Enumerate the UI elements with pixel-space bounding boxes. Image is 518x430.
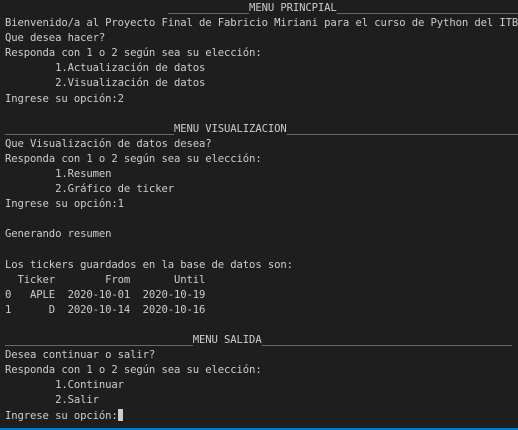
terminal-output[interactable]: _____________MENU PRINCPIAL_____________… xyxy=(0,0,518,430)
menu-option: 2.Visualización de datos xyxy=(5,77,206,90)
table-row: 1 D 2020-10-14 2020-10-16 xyxy=(5,303,206,316)
user-input-line: Ingrese su opción:2 xyxy=(5,92,124,105)
menu-option: 1.Continuar xyxy=(5,379,124,392)
instruction-text: Responda con 1 o 2 según sea su elección… xyxy=(5,364,262,377)
status-message: Generando resumen xyxy=(5,228,112,241)
question-text: Desea continuar o salir? xyxy=(5,349,156,362)
table-caption: Los tickers guardados en la base de dato… xyxy=(5,258,293,271)
question-text: Que desea hacer? xyxy=(5,32,106,45)
menu-option: 2.Salir xyxy=(5,394,99,407)
user-input-line: Ingrese su opción:1 xyxy=(5,198,124,211)
menu-option: 1.Actualización de datos xyxy=(5,62,206,75)
menu-visualizacion-header: ___________________________MENU VISUALIZ… xyxy=(5,122,518,135)
menu-option: 1.Resumen xyxy=(5,168,112,181)
table-row: 0 APLE 2020-10-01 2020-10-19 xyxy=(5,288,206,301)
table-header: Ticker From Until xyxy=(5,273,206,286)
menu-salida-header: ______________________________MENU SALID… xyxy=(5,334,512,347)
text-cursor[interactable] xyxy=(117,408,123,421)
menu-option: 2.Gráfico de ticker xyxy=(5,183,174,196)
input-prompt: Ingrese su opción: xyxy=(5,409,118,422)
instruction-text: Responda con 1 o 2 según sea su elección… xyxy=(5,47,262,60)
question-text: Que Visualización de datos desea? xyxy=(5,137,212,150)
welcome-message: Bienvenido/a al Proyecto Final de Fabric… xyxy=(5,17,518,30)
instruction-text: Responda con 1 o 2 según sea su elección… xyxy=(5,152,262,165)
menu-principal-header: _____________MENU PRINCPIAL_____________… xyxy=(5,2,518,14)
input-prompt-line[interactable]: Ingrese su opción: xyxy=(5,408,518,424)
